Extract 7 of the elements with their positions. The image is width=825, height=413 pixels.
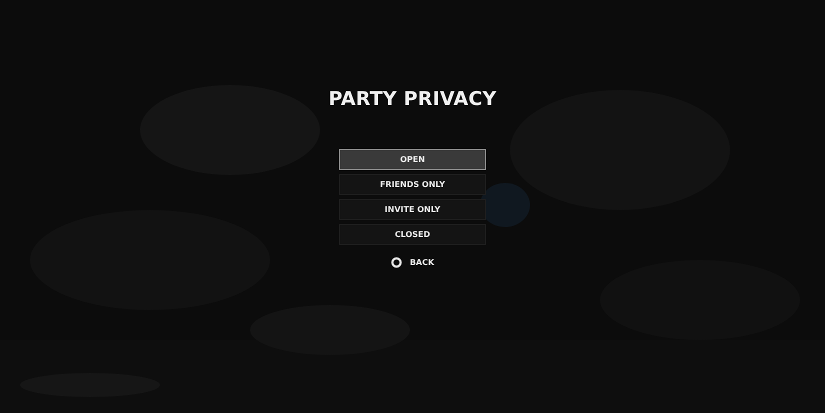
menu-title: PARTY PRIVACY: [328, 88, 497, 110]
privacy-option[interactable]: INVITE ONLY: [339, 199, 486, 220]
back-button[interactable]: BACK: [390, 257, 434, 268]
privacy-option[interactable]: CLOSED: [339, 224, 486, 245]
circle-button-icon: [390, 257, 402, 268]
privacy-option[interactable]: FRIENDS ONLY: [339, 174, 486, 195]
privacy-option[interactable]: OPEN: [339, 149, 486, 170]
